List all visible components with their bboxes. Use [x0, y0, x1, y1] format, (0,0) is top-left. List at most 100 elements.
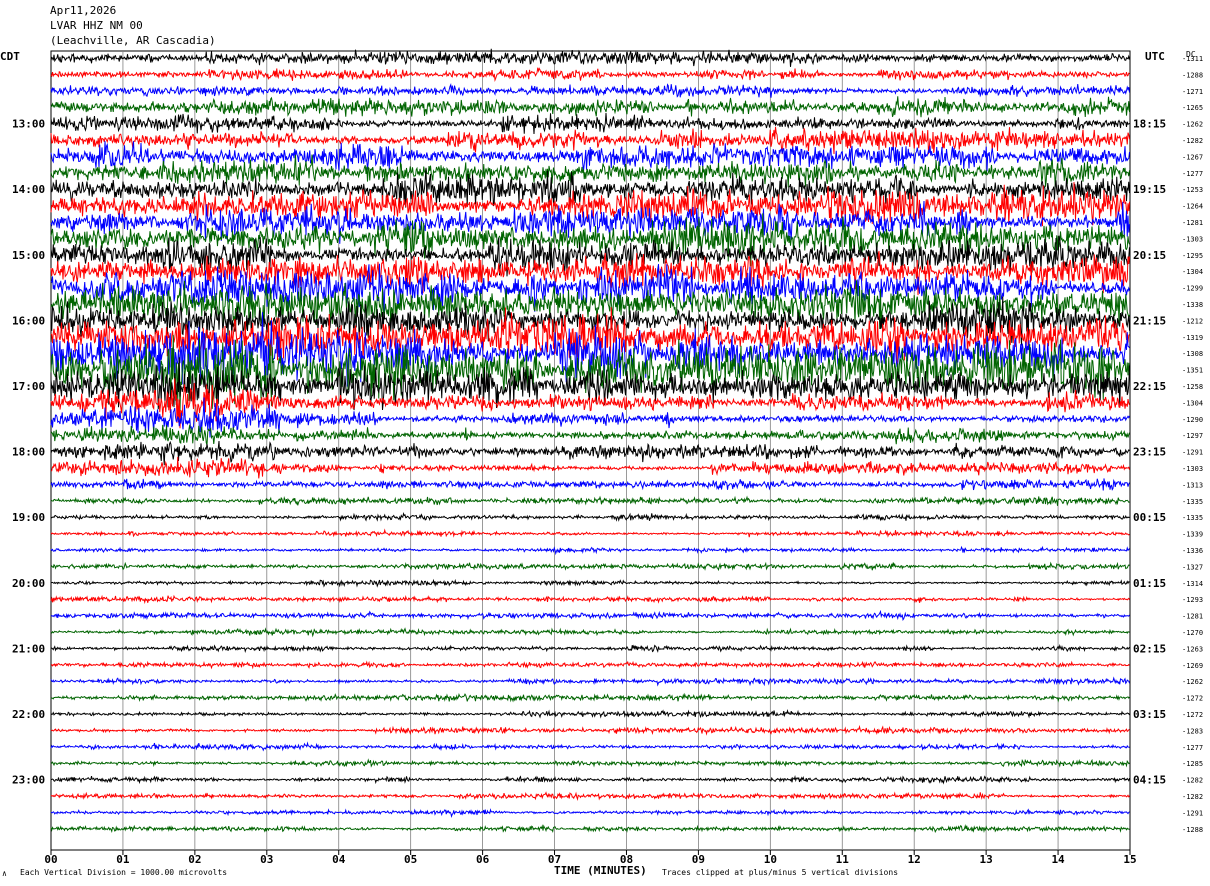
- dc-offset-label: -1335: [1182, 514, 1203, 522]
- dc-offset-label: -1319: [1182, 334, 1203, 342]
- x-tick-label: 11: [836, 853, 850, 866]
- seismic-trace-row-31: [50, 561, 1130, 572]
- dc-offset-label: -1283: [1182, 727, 1203, 735]
- dc-offset-label: -1291: [1182, 449, 1203, 457]
- dc-offset-label: -1282: [1182, 777, 1203, 785]
- seismic-trace-row-34: [50, 609, 1130, 622]
- dc-offset-label: -1303: [1182, 465, 1203, 473]
- dc-offset-label: -1267: [1182, 153, 1203, 161]
- corner-mark: ∧: [2, 869, 7, 878]
- left-hour-label: 22:00: [12, 708, 45, 721]
- x-axis-title: TIME (MINUTES): [554, 864, 647, 877]
- dc-offset-label: -1281: [1182, 219, 1203, 227]
- x-tick-label: 03: [260, 853, 273, 866]
- right-hour-label: 02:15: [1133, 642, 1166, 655]
- left-hour-label: 13:00: [12, 118, 45, 131]
- seismic-trace-row-4: [50, 112, 1130, 135]
- dc-offset-label: -1303: [1182, 235, 1203, 243]
- dc-offset-label: -1285: [1182, 760, 1203, 768]
- left-hour-label: 23:00: [12, 774, 45, 787]
- left-hour-label: 21:00: [12, 642, 45, 655]
- x-tick-label: 10: [764, 853, 777, 866]
- right-hour-label: 20:15: [1133, 249, 1166, 262]
- dc-offset-label: -1277: [1182, 170, 1203, 178]
- dc-offset-label: -1262: [1182, 121, 1203, 129]
- dc-offset-label: -1308: [1182, 350, 1203, 358]
- seismic-trace-row-44: [50, 774, 1130, 785]
- x-tick-label: 04: [332, 853, 346, 866]
- dc-offset-label: -1253: [1182, 186, 1203, 194]
- dc-offset-label: -1263: [1182, 645, 1203, 653]
- seismic-trace-row-45: [50, 791, 1130, 802]
- dc-offset-label: -1293: [1182, 596, 1203, 604]
- x-tick-label: 06: [476, 853, 490, 866]
- seismic-trace-row-38: [50, 676, 1130, 687]
- dc-offset-label: -1290: [1182, 416, 1203, 424]
- dc-offset-label: -1269: [1182, 662, 1203, 670]
- dc-offset-label: -1270: [1182, 629, 1203, 637]
- seismic-trace-row-33: [50, 594, 1130, 605]
- left-hour-label: 19:00: [12, 511, 45, 524]
- scale-note: Each Vertical Division = 1000.00 microvo…: [20, 868, 228, 877]
- x-tick-label: 14: [1051, 853, 1065, 866]
- x-tick-label: 02: [188, 853, 201, 866]
- seismic-trace-row-47: [50, 823, 1130, 834]
- x-tick-label: 01: [116, 853, 130, 866]
- right-hour-label: 19:15: [1133, 183, 1166, 196]
- x-tick-label: 00: [44, 853, 57, 866]
- right-hour-label: 04:15: [1133, 774, 1166, 787]
- dc-offset-label: -1304: [1182, 268, 1203, 276]
- seismic-trace-row-42: [50, 741, 1130, 752]
- dc-offset-label: -1291: [1182, 809, 1203, 817]
- seismic-trace-row-25: [50, 456, 1130, 479]
- x-tick-label: 15: [1123, 853, 1136, 866]
- seismic-trace-row-41: [50, 724, 1130, 736]
- seismic-trace-row-26: [50, 478, 1130, 491]
- helicorder-plot: 00 01 02 03 04 05 06 07 08 09 10 11 12 13 14 15-1311-12…: [12, 48, 1203, 866]
- dc-offset-label: -1314: [1182, 580, 1203, 588]
- seismic-trace-row-28: [50, 511, 1130, 522]
- seismic-trace-row-39: [50, 692, 1130, 703]
- dc-offset-label: -1336: [1182, 547, 1203, 555]
- right-hour-label: 03:15: [1133, 708, 1166, 721]
- dc-offset-label: -1272: [1182, 695, 1203, 703]
- seismic-trace-row-35: [50, 627, 1130, 638]
- dc-offset-label: -1264: [1182, 203, 1203, 211]
- dc-offset-label: -1282: [1182, 137, 1203, 145]
- dc-offset-label: -1272: [1182, 711, 1203, 719]
- x-tick-label: 09: [692, 853, 705, 866]
- dc-offset-label: -1335: [1182, 498, 1203, 506]
- dc-offset-label: -1313: [1182, 481, 1203, 489]
- dc-offset-label: -1304: [1182, 399, 1203, 407]
- seismic-trace-row-46: [50, 808, 1130, 818]
- dc-offset-label: -1262: [1182, 678, 1203, 686]
- right-hour-label: 01:15: [1133, 577, 1166, 590]
- seismic-trace-row-36: [50, 643, 1130, 653]
- dc-offset-label: -1311: [1182, 55, 1203, 63]
- dc-offset-label: -1265: [1182, 104, 1203, 112]
- seismic-trace-row-32: [50, 578, 1130, 588]
- right-hour-label: 00:15: [1133, 511, 1166, 524]
- right-hour-label: 18:15: [1133, 118, 1166, 131]
- dc-offset-label: -1258: [1182, 383, 1203, 391]
- right-hour-label: 23:15: [1133, 446, 1166, 459]
- dc-offset-label: -1295: [1182, 252, 1203, 260]
- left-hour-label: 18:00: [12, 446, 45, 459]
- dc-offset-label: -1277: [1182, 744, 1203, 752]
- dc-offset-label: -1339: [1182, 531, 1203, 539]
- seismic-trace-row-27: [50, 495, 1130, 507]
- dc-offset-label: -1281: [1182, 613, 1203, 621]
- dc-offset-label: -1282: [1182, 793, 1203, 801]
- x-tick-label: 05: [404, 853, 417, 866]
- seismic-trace-row-3: [50, 96, 1130, 118]
- dc-offset-label: -1297: [1182, 432, 1203, 440]
- dc-offset-label: -1327: [1182, 563, 1203, 571]
- seismic-trace-row-29: [50, 528, 1130, 539]
- left-hour-label: 16:00: [12, 314, 45, 327]
- seismic-trace-row-6: [50, 141, 1130, 172]
- seismic-trace-row-30: [50, 545, 1130, 556]
- seismic-trace-row-40: [50, 709, 1130, 719]
- dc-offset-label: -1212: [1182, 317, 1203, 325]
- left-hour-label: 15:00: [12, 249, 45, 262]
- dc-offset-label: -1288: [1182, 826, 1203, 834]
